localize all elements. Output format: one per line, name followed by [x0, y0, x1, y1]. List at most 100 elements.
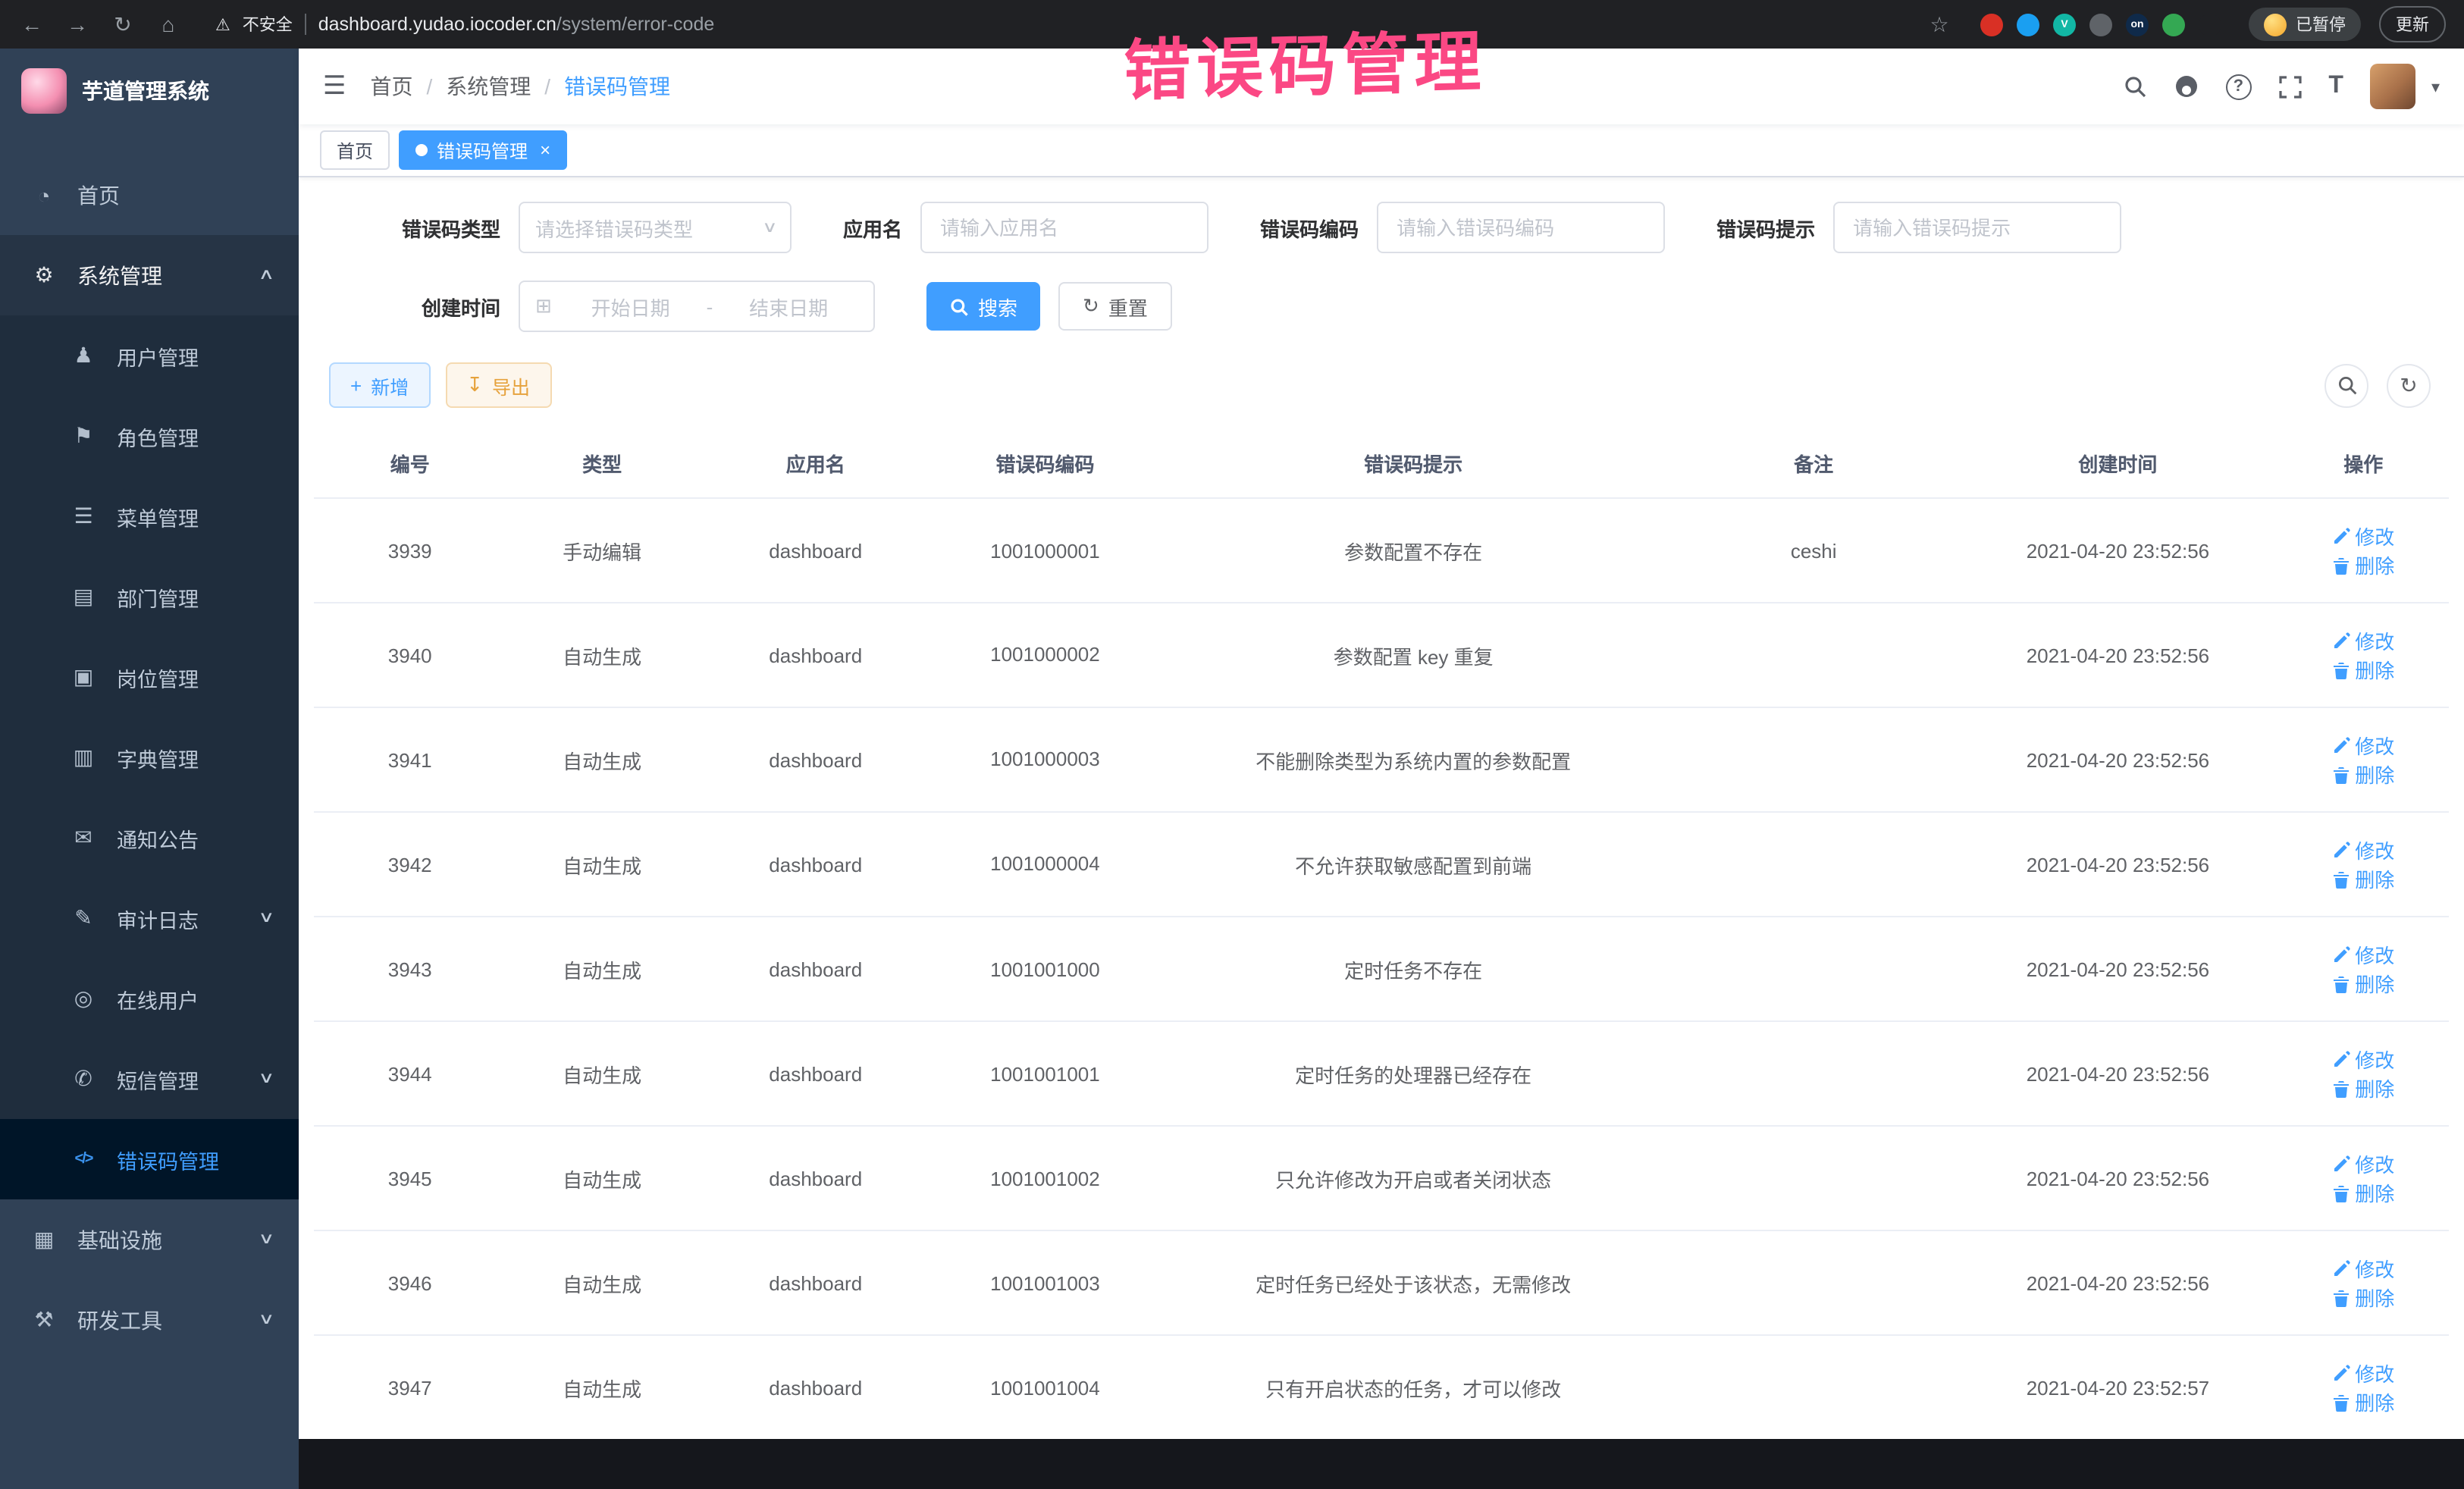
sidebar-item-audit-log[interactable]: ✎审计日志∨: [0, 878, 299, 958]
tab-home[interactable]: 首页: [320, 130, 390, 170]
delete-link[interactable]: 删除: [2332, 1178, 2394, 1207]
edit-link[interactable]: 修改: [2332, 731, 2394, 760]
adblock-extension-icon[interactable]: [1980, 13, 2003, 36]
chevron-down-icon: ∨: [258, 910, 274, 926]
edit-link[interactable]: 修改: [2332, 626, 2394, 655]
error-hint-input[interactable]: [1833, 202, 2121, 253]
delete-link[interactable]: 删除: [2332, 655, 2394, 684]
cell-remark: [1669, 1126, 1958, 1230]
search-button[interactable]: 搜索: [926, 282, 1040, 331]
sidebar-item-home[interactable]: ◔首页: [0, 155, 299, 235]
sidebar-item-error-code-management[interactable]: </>错误码管理: [0, 1119, 299, 1199]
sidebar-item-notice[interactable]: ✉通知公告: [0, 798, 299, 878]
home-icon[interactable]: ⌂: [155, 12, 182, 36]
error-type-select[interactable]: 请选择错误码类型 ∨: [519, 202, 792, 253]
forward-icon[interactable]: →: [64, 12, 91, 36]
paused-pill[interactable]: 已暂停: [2249, 8, 2361, 41]
table-row: 3945 自动生成 dashboard 1001001002 只允许修改为开启或…: [314, 1126, 2449, 1230]
delete-link[interactable]: 删除: [2332, 1387, 2394, 1416]
sidebar-item-user-management[interactable]: ♟用户管理: [0, 315, 299, 396]
delete-link[interactable]: 删除: [2332, 1074, 2394, 1102]
edit-link[interactable]: 修改: [2332, 1149, 2394, 1178]
post-icon: ▣: [70, 664, 97, 690]
on-badge-extension-icon[interactable]: on: [2126, 13, 2149, 36]
sidebar-item-dev-tools[interactable]: ⚒研发工具∨: [0, 1280, 299, 1360]
edit-link[interactable]: 修改: [2332, 1359, 2394, 1387]
column-header-5: 备注: [1669, 429, 1958, 498]
sidebar-item-dept-management[interactable]: ▤部门管理: [0, 556, 299, 637]
edit-link[interactable]: 修改: [2332, 1045, 2394, 1074]
cell-code: 1001001003: [933, 1230, 1158, 1335]
trash-icon: [2332, 1183, 2350, 1202]
app-logo[interactable]: 芋道管理系统: [0, 49, 299, 133]
export-button[interactable]: ↧ 导出: [445, 362, 551, 408]
close-icon[interactable]: ×: [540, 139, 550, 161]
breadcrumb-item[interactable]: 系统管理: [446, 71, 531, 102]
reload-icon[interactable]: ↻: [109, 11, 136, 37]
error-code-input[interactable]: [1377, 202, 1665, 253]
cell-code: 1001000003: [933, 707, 1158, 812]
edit-link[interactable]: 修改: [2332, 940, 2394, 969]
delete-link[interactable]: 删除: [2332, 969, 2394, 998]
sidebar-item-infrastructure[interactable]: ▦基础设施∨: [0, 1199, 299, 1280]
column-header-6: 创建时间: [1958, 429, 2277, 498]
leaf-extension-icon[interactable]: [2162, 13, 2185, 36]
tab-error-code[interactable]: 错误码管理×: [399, 130, 567, 170]
caret-down-icon[interactable]: ▾: [2431, 77, 2440, 96]
back-icon[interactable]: ←: [18, 12, 45, 36]
sidebar-item-system-management[interactable]: ⚙系统管理∧: [0, 235, 299, 315]
delete-link-label: 删除: [2355, 550, 2394, 579]
plus-icon: +: [350, 374, 362, 397]
delete-link[interactable]: 删除: [2332, 1283, 2394, 1312]
font-size-icon[interactable]: T: [2328, 73, 2343, 100]
toggle-search-button[interactable]: [2324, 363, 2368, 407]
github-icon[interactable]: [2174, 74, 2198, 99]
update-button[interactable]: 更新: [2379, 6, 2446, 42]
cell-app: dashboard: [698, 1126, 933, 1230]
search-icon[interactable]: [2122, 74, 2146, 99]
table-row: 3946 自动生成 dashboard 1001001003 定时任务已经处于该…: [314, 1230, 2449, 1335]
add-button[interactable]: + 新增: [329, 362, 430, 408]
hamburger-icon[interactable]: ☰: [323, 71, 346, 102]
fullscreen-icon[interactable]: [2278, 75, 2301, 98]
gear-icon: ⚙: [30, 262, 58, 288]
refresh-button[interactable]: ↻: [2387, 363, 2431, 407]
help-icon[interactable]: ?: [2225, 74, 2251, 99]
star-icon[interactable]: ☆: [1926, 11, 1953, 37]
cell-app: dashboard: [698, 812, 933, 917]
user-avatar[interactable]: [2371, 64, 2416, 109]
trash-icon: [2332, 1079, 2350, 1097]
sidebar-item-label: 菜单管理: [117, 501, 199, 531]
sidebar-item-role-management[interactable]: ⚑角色管理: [0, 396, 299, 476]
sidebar-item-dict-management[interactable]: ▥字典管理: [0, 717, 299, 798]
sidebar-item-online-user[interactable]: ◎在线用户: [0, 958, 299, 1039]
v-extension-icon[interactable]: V: [2053, 13, 2076, 36]
filter-label-type: 错误码类型: [341, 213, 500, 242]
sidebar-item-post-management[interactable]: ▣岗位管理: [0, 637, 299, 717]
delete-link[interactable]: 删除: [2332, 864, 2394, 893]
edit-pencil-icon: [2332, 1259, 2350, 1277]
breadcrumb-item[interactable]: 首页: [371, 71, 413, 102]
delete-link[interactable]: 删除: [2332, 760, 2394, 788]
address-bar[interactable]: ⚠ 不安全 dashboard.yudao.iocoder.cn/system/…: [215, 12, 714, 36]
cell-actions: 修改 删除: [2278, 707, 2449, 812]
edit-pencil-icon: [2332, 632, 2350, 650]
sidebar-item-sms-management[interactable]: ✆短信管理∨: [0, 1039, 299, 1119]
sidebar-item-label: 系统管理: [77, 260, 162, 290]
edit-link[interactable]: 修改: [2332, 835, 2394, 864]
cell-id: 3944: [314, 1021, 506, 1126]
date-range-picker[interactable]: ⊞ 开始日期 - 结束日期: [519, 281, 875, 332]
delete-link[interactable]: 删除: [2332, 550, 2394, 579]
reset-button[interactable]: ↻ 重置: [1058, 282, 1172, 331]
cell-remark: [1669, 1230, 1958, 1335]
roles-icon: ⚑: [70, 423, 97, 449]
edit-link[interactable]: 修改: [2332, 1254, 2394, 1283]
edit-link[interactable]: 修改: [2332, 522, 2394, 550]
pin-extension-icon[interactable]: [2199, 13, 2221, 36]
edit-link-label: 修改: [2355, 1359, 2394, 1387]
sidebar-item-menu-management[interactable]: ☰菜单管理: [0, 476, 299, 556]
drop-extension-icon[interactable]: [2017, 13, 2039, 36]
cell-time: 2021-04-20 23:52:56: [1958, 812, 2277, 917]
app-name-input[interactable]: [920, 202, 1208, 253]
grid-extension-icon[interactable]: [2089, 13, 2112, 36]
